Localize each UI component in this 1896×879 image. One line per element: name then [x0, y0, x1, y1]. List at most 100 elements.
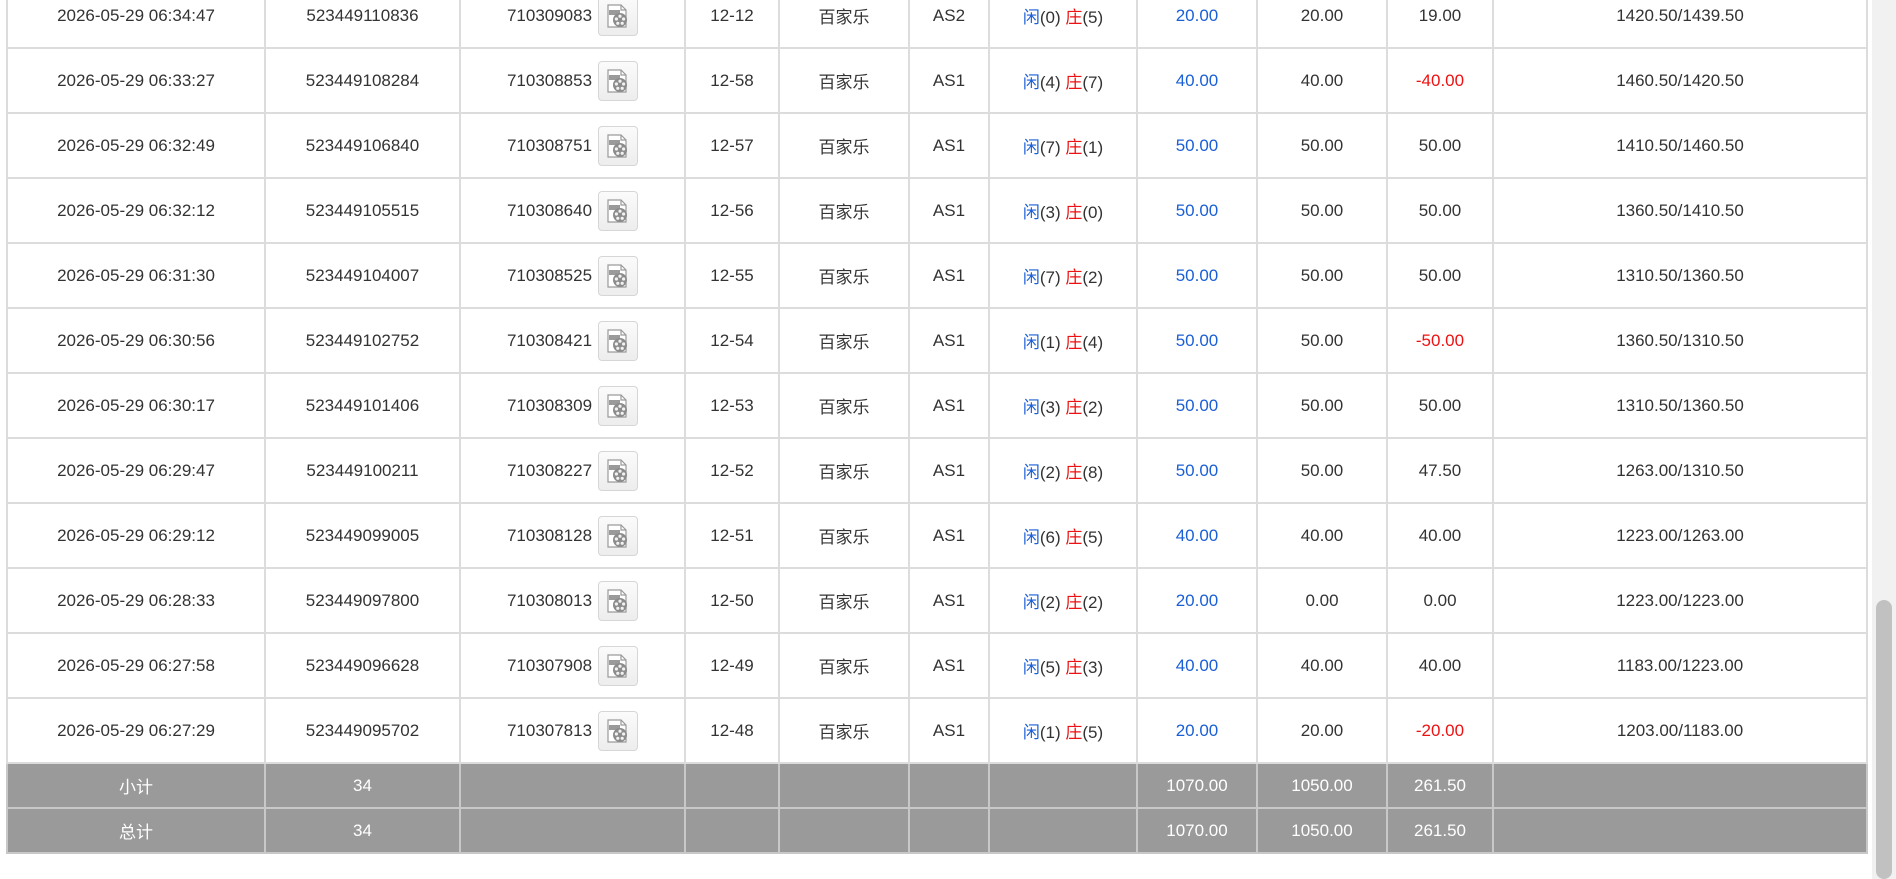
player-label: 闲: [1022, 723, 1040, 742]
game-id: 710308128: [506, 525, 593, 545]
banker-label: 庄: [1065, 723, 1083, 742]
video-replay-button[interactable]: [598, 60, 639, 101]
game-result: 闲(3) 庄(2): [988, 372, 1138, 439]
game-type: 百家乐: [778, 502, 910, 569]
game-id-cell: 710308853: [459, 47, 686, 114]
table-code: AS1: [908, 632, 990, 699]
table-code: AS1: [908, 112, 990, 179]
game-id: 710308309: [506, 395, 593, 415]
balance-before-after: 1410.50/1460.50: [1492, 112, 1868, 179]
table-row: 2026-05-29 06:27:29 523449095702 710307813…: [6, 697, 1868, 764]
bet-records-table-wrapper: 2026-05-29 06:34:47 523449110836 710309083…: [6, 0, 1868, 854]
bet-amount: 50.00: [1136, 437, 1258, 504]
game-id-cell: 710307813: [459, 697, 686, 764]
shoe-round: 12-51: [684, 502, 780, 569]
game-type: 百家乐: [778, 697, 910, 764]
win-loss: -40.00: [1386, 47, 1494, 114]
bet-time: 2026-05-29 06:29:12: [6, 502, 266, 569]
player-score: (1): [1039, 723, 1061, 742]
bet-amount: 40.00: [1136, 47, 1258, 114]
video-replay-button[interactable]: [598, 645, 639, 686]
game-id-cell: 710308227: [459, 437, 686, 504]
valid-bet: 50.00: [1256, 307, 1388, 374]
subtotal-bet: 1070.00: [1136, 762, 1258, 809]
video-replay-button[interactable]: [598, 710, 639, 751]
win-loss: 40.00: [1386, 502, 1494, 569]
bet-time: 2026-05-29 06:32:49: [6, 112, 266, 179]
game-result: 闲(2) 庄(2): [988, 567, 1138, 634]
bet-id: 523449100211: [264, 437, 461, 504]
player-score: (2): [1039, 463, 1061, 482]
game-type: 百家乐: [778, 437, 910, 504]
summary-section: 小计 34 1070.00 1050.00 261.50 总计 34 1070.…: [6, 762, 1868, 854]
bet-time: 2026-05-29 06:28:33: [6, 567, 266, 634]
player-label: 闲: [1022, 73, 1040, 92]
total-empty-cell: [988, 807, 1138, 854]
banker-label: 庄: [1065, 73, 1083, 92]
win-loss: 50.00: [1386, 177, 1494, 244]
total-empty-cell: [778, 807, 910, 854]
scrollbar-thumb[interactable]: [1876, 600, 1892, 879]
shoe-round: 12-56: [684, 177, 780, 244]
subtotal-empty-cell: [684, 762, 780, 809]
banker-label: 庄: [1065, 593, 1083, 612]
video-replay-button[interactable]: [598, 450, 639, 491]
table-code: AS1: [908, 372, 990, 439]
game-id: 710308227: [506, 460, 593, 480]
game-type: 百家乐: [778, 177, 910, 244]
game-type: 百家乐: [778, 567, 910, 634]
bet-amount: 20.00: [1136, 0, 1258, 49]
bet-id: 523449104007: [264, 242, 461, 309]
subtotal-valid-bet: 1050.00: [1256, 762, 1388, 809]
table-row: 2026-05-29 06:34:47 523449110836 710309083…: [6, 0, 1868, 49]
shoe-round: 12-53: [684, 372, 780, 439]
video-replay-button[interactable]: [598, 190, 639, 231]
bet-time: 2026-05-29 06:34:47: [6, 0, 266, 49]
balance-before-after: 1223.00/1223.00: [1492, 567, 1868, 634]
valid-bet: 40.00: [1256, 502, 1388, 569]
video-replay-button[interactable]: [598, 125, 639, 166]
player-label: 闲: [1022, 398, 1040, 417]
vertical-scrollbar[interactable]: [1872, 0, 1896, 879]
game-type: 百家乐: [778, 372, 910, 439]
shoe-round: 12-52: [684, 437, 780, 504]
banker-score: (8): [1082, 463, 1104, 482]
shoe-round: 12-54: [684, 307, 780, 374]
player-score: (6): [1039, 528, 1061, 547]
game-id: 710308013: [506, 590, 593, 610]
bet-time: 2026-05-29 06:27:58: [6, 632, 266, 699]
video-replay-button[interactable]: [598, 515, 639, 556]
bet-id: 523449102752: [264, 307, 461, 374]
subtotal-empty-cell: [459, 762, 686, 809]
video-replay-button[interactable]: [598, 580, 639, 621]
player-label: 闲: [1022, 8, 1040, 27]
shoe-round: 12-12: [684, 0, 780, 49]
bet-amount: 40.00: [1136, 502, 1258, 569]
total-bet: 1070.00: [1136, 807, 1258, 854]
banker-label: 庄: [1065, 203, 1083, 222]
balance-before-after: 1360.50/1310.50: [1492, 307, 1868, 374]
video-replay-button[interactable]: [598, 385, 639, 426]
table-row: 2026-05-29 06:27:58 523449096628 710307908…: [6, 632, 1868, 699]
video-replay-button[interactable]: [598, 0, 639, 36]
valid-bet: 20.00: [1256, 697, 1388, 764]
banker-label: 庄: [1065, 528, 1083, 547]
balance-before-after: 1223.00/1263.00: [1492, 502, 1868, 569]
subtotal-empty-cell: [778, 762, 910, 809]
game-id: 710307813: [506, 720, 593, 740]
win-loss: 50.00: [1386, 242, 1494, 309]
game-id-cell: 710308640: [459, 177, 686, 244]
total-empty-cell: [908, 807, 990, 854]
bet-id: 523449110836: [264, 0, 461, 49]
banker-score: (2): [1082, 268, 1104, 287]
table-code: AS1: [908, 47, 990, 114]
player-label: 闲: [1022, 593, 1040, 612]
video-replay-button[interactable]: [598, 255, 639, 296]
banker-score: (4): [1082, 333, 1104, 352]
player-score: (2): [1039, 593, 1061, 612]
bet-id: 523449096628: [264, 632, 461, 699]
banker-label: 庄: [1065, 333, 1083, 352]
video-replay-button[interactable]: [598, 320, 639, 361]
game-id: 710308751: [506, 135, 593, 155]
game-result: 闲(6) 庄(5): [988, 502, 1138, 569]
